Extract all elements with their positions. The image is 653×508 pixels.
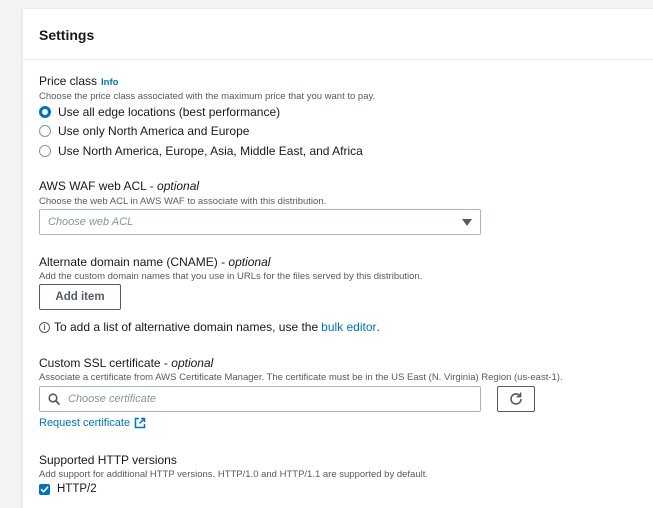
refresh-button[interactable] (497, 386, 535, 412)
panel-header: Settings (23, 9, 653, 60)
radio-label: Use North America, Europe, Asia, Middle … (58, 144, 363, 158)
external-link-icon (134, 417, 146, 429)
info-icon: i (39, 321, 50, 333)
certificate-placeholder: Choose certificate (68, 393, 157, 405)
cname-label-text: Alternate domain name (CNAME) - (39, 255, 229, 269)
settings-panel: Settings Price class Info Choose the pric… (22, 8, 653, 508)
radio-option-na-europe[interactable]: Use only North America and Europe (39, 122, 249, 140)
radio-label: Use all edge locations (best performance… (58, 105, 281, 119)
note-suffix: . (376, 320, 380, 334)
certificate-search-input[interactable]: Choose certificate (39, 386, 481, 412)
price-class-info-link[interactable]: Info (101, 77, 118, 88)
radio-option-all-edge[interactable]: Use all edge locations (best performance… (39, 103, 280, 121)
bulk-editor-note-text: To add a list of alternative domain name… (54, 320, 319, 334)
cname-optional-text: optional (228, 255, 271, 269)
refresh-icon (510, 392, 522, 405)
radio-label: Use only North America and Europe (58, 124, 250, 138)
add-item-button[interactable]: Add item (39, 284, 121, 310)
http-versions-description: Add support for additional HTTP versions… (39, 469, 428, 480)
price-class-label-text: Price class (39, 74, 98, 88)
radio-button[interactable] (39, 145, 51, 157)
cname-label: Alternate domain name (CNAME) - optional (39, 255, 270, 270)
check-icon (40, 485, 49, 493)
radio-button-checked[interactable] (39, 106, 51, 118)
waf-select-placeholder: Choose web ACL (48, 216, 134, 228)
radio-button[interactable] (39, 125, 51, 137)
http-versions-label: Supported HTTP versions (39, 453, 177, 467)
http2-checkbox[interactable] (39, 483, 50, 495)
price-class-label: Price class Info (39, 74, 118, 90)
waf-optional-text: optional (157, 179, 200, 193)
waf-description: Choose the web ACL in AWS WAF to associa… (39, 196, 327, 207)
http2-checkbox-row[interactable]: HTTP/2 (39, 483, 97, 495)
price-class-description: Choose the price class associated with t… (39, 91, 376, 102)
bulk-editor-link[interactable]: bulk editor (321, 320, 376, 334)
request-certificate-text: Request certificate (39, 417, 131, 429)
request-certificate-link[interactable]: Request certificate (39, 417, 146, 429)
http2-label: HTTP/2 (57, 483, 97, 495)
waf-web-acl-select[interactable]: Choose web ACL (39, 209, 481, 235)
ssl-label: Custom SSL certificate - optional (39, 356, 213, 371)
caret-down-icon (462, 218, 472, 226)
ssl-optional-text: optional (171, 356, 214, 370)
bulk-editor-note: i To add a list of alternative domain na… (39, 320, 380, 334)
panel-title: Settings (39, 27, 95, 43)
ssl-label-text: Custom SSL certificate - (39, 356, 172, 370)
search-icon (48, 393, 60, 405)
radio-option-na-eu-asia-me-africa[interactable]: Use North America, Europe, Asia, Middle … (39, 142, 363, 160)
waf-label-text: AWS WAF web ACL - (39, 179, 158, 193)
ssl-description: Associate a certificate from AWS Certifi… (39, 372, 563, 383)
cname-description: Add the custom domain names that you use… (39, 271, 423, 282)
waf-label: AWS WAF web ACL - optional (39, 179, 199, 194)
